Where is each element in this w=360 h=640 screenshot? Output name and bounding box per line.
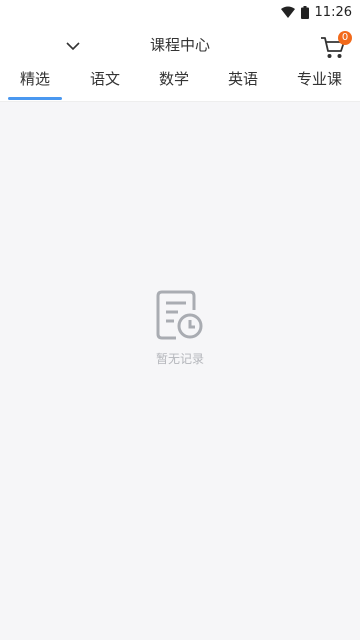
tab-professional[interactable]: 专业课 xyxy=(297,64,342,100)
empty-state: 暂无记录 xyxy=(0,288,360,367)
tab-chinese[interactable]: 语文 xyxy=(90,64,120,100)
tab-label: 专业课 xyxy=(297,70,343,88)
tab-label: 数学 xyxy=(159,70,190,88)
chevron-down-icon xyxy=(66,36,80,55)
cart-badge: 0 xyxy=(338,31,352,45)
tab-label: 精选 xyxy=(20,70,51,88)
cart-button[interactable]: 0 xyxy=(318,28,354,62)
status-bar: 11:26 xyxy=(0,0,360,24)
header: 课程中心 0 xyxy=(0,24,360,66)
tab-featured[interactable]: 精选 xyxy=(7,64,63,100)
tab-math[interactable]: 数学 xyxy=(159,64,189,100)
document-clock-icon xyxy=(152,288,208,344)
status-time: 11:26 xyxy=(314,4,352,20)
dropdown-button[interactable] xyxy=(58,32,88,58)
content-area: 暂无记录 xyxy=(0,102,360,640)
wifi-icon xyxy=(280,6,295,18)
tab-english[interactable]: 英语 xyxy=(228,64,258,100)
tab-label: 英语 xyxy=(228,70,259,88)
battery-icon xyxy=(300,5,309,19)
empty-state-text: 暂无记录 xyxy=(155,352,204,366)
page-title: 课程中心 xyxy=(149,36,210,54)
tab-label: 语文 xyxy=(90,70,121,88)
category-tabs: 精选 语文 数学 英语 专业课 xyxy=(0,64,360,102)
